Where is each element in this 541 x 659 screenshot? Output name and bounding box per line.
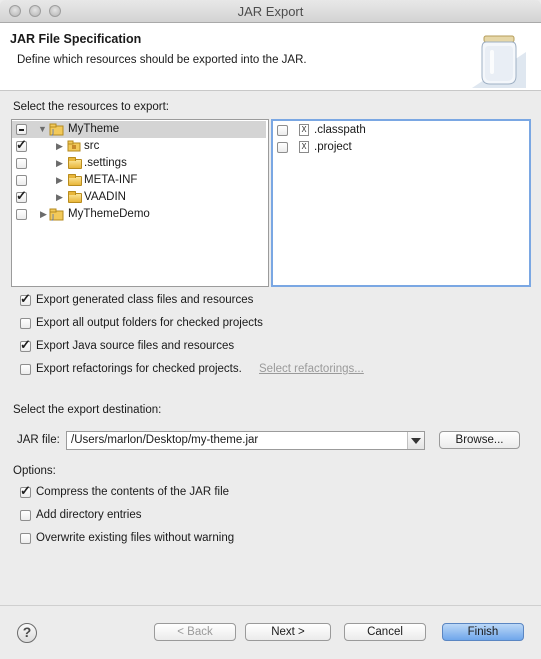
file-label: .classpath (314, 124, 366, 136)
xml-file-icon: X (299, 124, 309, 136)
expand-arrow-icon[interactable]: ▶ (56, 158, 63, 169)
tree-item-vaadin[interactable]: ✓ ▶ VAADIN (12, 188, 266, 206)
expand-arrow-icon[interactable]: ▶ (56, 192, 63, 203)
tree-item-mythemedemo[interactable]: ▶ J MyThemeDemo (12, 206, 266, 223)
jar-icon (472, 35, 526, 88)
resource-tree[interactable]: ▼ J MyTheme ✓ ▶ src ▶ .settings ▶ META-I… (11, 119, 269, 287)
jar-file-combo[interactable]: /Users/marlon/Desktop/my-theme.jar (66, 431, 425, 450)
next-button[interactable]: Next > (245, 623, 331, 641)
folder-icon (68, 191, 82, 203)
file-list[interactable]: X .classpath X .project (271, 119, 531, 287)
option-label: Export all output folders for checked pr… (36, 317, 263, 329)
chevron-down-icon[interactable] (407, 432, 424, 449)
tree-label: src (84, 140, 100, 152)
footer-divider (0, 605, 541, 606)
expand-arrow-icon[interactable]: ▶ (40, 209, 47, 220)
tree-item-mytheme[interactable]: ▼ J MyTheme (12, 121, 266, 138)
tree-checkbox-vaadin[interactable]: ✓ (16, 188, 27, 203)
expand-arrow-icon[interactable]: ▶ (56, 141, 63, 152)
cancel-button[interactable]: Cancel (344, 623, 426, 641)
destination-label: Select the export destination: (13, 404, 162, 416)
svg-text:J: J (51, 128, 54, 136)
tree-checkbox-mytheme[interactable] (16, 124, 27, 135)
tree-item-settings[interactable]: ▶ .settings (12, 155, 266, 172)
browse-button[interactable]: Browse... (439, 431, 520, 449)
tree-label: MyThemeDemo (68, 208, 150, 220)
folder-icon (68, 174, 82, 186)
tree-checkbox-settings[interactable] (16, 158, 27, 169)
page-description: Define which resources should be exporte… (17, 54, 307, 66)
options-label: Options: (13, 465, 56, 477)
tree-label: META-INF (84, 174, 138, 186)
tree-checkbox-meta-inf[interactable] (16, 175, 27, 186)
file-checkbox-classpath[interactable] (277, 125, 288, 136)
tree-label: .settings (84, 157, 127, 169)
expand-arrow-icon[interactable]: ▼ (38, 124, 47, 134)
tree-item-src[interactable]: ✓ ▶ src (12, 137, 266, 155)
wizard-header: JAR File Specification Define which reso… (0, 23, 541, 91)
jar-file-path[interactable]: /Users/marlon/Desktop/my-theme.jar (71, 434, 258, 446)
project-icon: J (49, 123, 64, 136)
folder-icon (68, 157, 82, 169)
project-icon: J (49, 208, 64, 221)
export-output-folders-checkbox[interactable] (20, 318, 31, 329)
jar-export-window: JAR Export JAR File Specification Define… (0, 0, 541, 659)
back-button[interactable]: < Back (154, 623, 236, 641)
option-label: Export generated class files and resourc… (36, 294, 254, 306)
help-icon[interactable]: ? (17, 623, 37, 643)
export-class-files-checkbox[interactable]: ✓ (20, 291, 31, 306)
page-title: JAR File Specification (10, 32, 142, 46)
directory-entries-checkbox[interactable] (20, 510, 31, 521)
tree-label: MyTheme (68, 123, 120, 135)
option-label: Export Java source files and resources (36, 340, 235, 352)
svg-text:J: J (51, 213, 54, 221)
file-item-classpath[interactable]: X .classpath (273, 122, 523, 139)
tree-checkbox-mythemedemo[interactable] (16, 209, 27, 220)
finish-button[interactable]: Finish (442, 623, 524, 641)
compress-checkbox[interactable]: ✓ (20, 483, 31, 498)
expand-arrow-icon[interactable]: ▶ (56, 175, 63, 186)
export-refactorings-checkbox[interactable] (20, 364, 31, 375)
overwrite-checkbox[interactable] (20, 533, 31, 544)
resources-label: Select the resources to export: (13, 101, 169, 113)
tree-item-meta-inf[interactable]: ▶ META-INF (12, 172, 266, 189)
title-bar: JAR Export (0, 0, 541, 23)
jar-file-label: JAR file: (17, 434, 60, 446)
option-label: Compress the contents of the JAR file (36, 486, 230, 498)
xml-file-icon: X (299, 141, 309, 153)
file-checkbox-project[interactable] (277, 142, 288, 153)
window-title: JAR Export (237, 4, 304, 19)
package-folder-icon (67, 140, 81, 152)
option-label: Add directory entries (36, 509, 142, 521)
select-refactorings-link[interactable]: Select refactorings... (259, 363, 364, 375)
export-source-files-checkbox[interactable]: ✓ (20, 337, 31, 352)
tree-label: VAADIN (84, 191, 126, 203)
option-label: Export refactorings for checked projects… (36, 363, 242, 375)
tree-checkbox-src[interactable]: ✓ (16, 137, 27, 152)
file-item-project[interactable]: X .project (273, 139, 523, 156)
option-label: Overwrite existing files without warning (36, 532, 235, 544)
file-label: .project (314, 141, 352, 153)
